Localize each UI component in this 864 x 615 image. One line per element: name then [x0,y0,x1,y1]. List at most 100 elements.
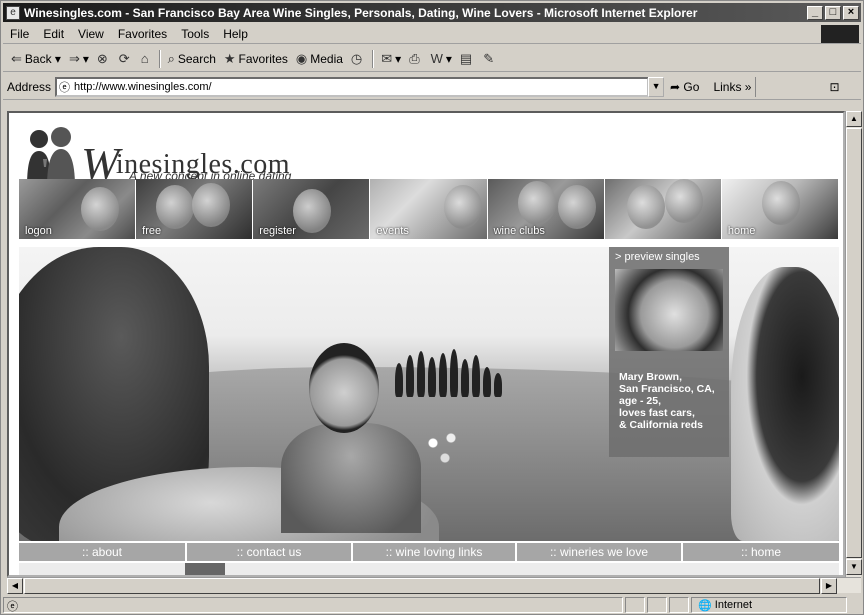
scroll-down-button[interactable]: ▼ [846,559,862,575]
nav-tile-logon[interactable]: logon [19,179,136,239]
address-url: http://www.winesingles.com/ [74,80,212,93]
bottom-nav-links[interactable]: :: wine loving links [353,543,515,561]
minimize-button[interactable]: _ [807,5,823,20]
status-cell [647,597,667,613]
standard-toolbar: ⇐ Back ▾ ⇒ ▾ ⊗ ⟳ ⌂ ⌕ Search ★ Favorites ◉ Med… [3,46,861,72]
photo-face [293,189,332,233]
zone-label: Internet [714,599,753,611]
address-dropdown-button[interactable]: ▼ [648,76,665,97]
photo-face [761,181,800,225]
media-icon: ◉ [295,50,308,66]
address-input[interactable]: ⓔ http://www.winesingles.com/ [55,76,650,97]
go-arrow-icon: ➦ [670,79,684,94]
print-icon: ⎙ [409,50,420,66]
links-button[interactable]: Links » [713,80,751,94]
bottom-nav-contact[interactable]: :: contact us [187,543,351,561]
tree [395,363,403,397]
menu-tools[interactable]: Tools [174,27,216,41]
horizontal-scrollbar[interactable]: ◀ ▶ [7,577,861,594]
history-button[interactable]: ◷ [347,48,369,70]
profile-summary: Mary Brown, San Francisco, CA, age - 25,… [619,371,715,431]
nav-tile-couple[interactable] [604,179,721,239]
profile-photo[interactable] [615,269,723,351]
preview-singles-panel[interactable]: > preview singles Mary Brown, San Franci… [609,247,729,457]
favorites-button[interactable]: ★ Favorites [220,48,292,70]
bottom-nav-home[interactable]: :: home [683,543,839,561]
search-icon: ⌕ [167,50,175,66]
stop-button[interactable]: ⊗ [93,48,115,70]
site-header: Winesingles.com A new concept in online … [21,121,321,189]
forward-arrow-icon: ⇒ [68,50,80,66]
edit-button[interactable]: W ▾ [427,48,456,70]
media-label: Media [310,51,343,66]
links-area [755,76,818,97]
page-lower-content [19,563,839,575]
window-title: Winesingles.com - San Francisco Bay Area… [24,5,698,20]
nav-label: events [376,225,409,237]
nav-label: register [259,225,296,237]
toolbar-options-icon[interactable]: ⊡ [829,80,839,94]
mail-button[interactable]: ✉ ▾ [377,48,405,70]
search-button[interactable]: ⌕ Search [164,48,220,70]
vertical-scroll-thumb[interactable] [846,128,862,558]
media-button[interactable]: ◉ Media [292,48,347,70]
nav-tile-home[interactable]: home [721,179,838,239]
refresh-button[interactable]: ⟳ [115,48,137,70]
toolbar-separator [158,49,161,68]
preview-singles-link[interactable]: > preview singles [615,251,700,263]
title-bar: e Winesingles.com - San Francisco Bay Ar… [3,3,861,22]
go-button[interactable]: ➦ Go [670,80,699,94]
bottom-nav-about[interactable]: :: about [19,543,185,561]
search-label: Search [177,51,216,66]
tree [406,355,414,397]
back-button[interactable]: ⇐ Back ▾ [7,48,65,70]
back-arrow-icon: ⇐ [11,50,22,66]
stop-icon: ⊗ [96,50,108,66]
tree [461,359,469,397]
nav-label: home [727,225,756,237]
home-button[interactable]: ⌂ [137,48,156,70]
scroll-right-button[interactable]: ▶ [821,578,837,594]
tree [494,373,502,397]
menu-bar: File Edit View Favorites Tools Help [3,24,861,44]
bottom-nav-wineries[interactable]: :: wineries we love [517,543,681,561]
close-button[interactable]: × [843,5,859,20]
mail-icon: ✉ [381,50,393,66]
nav-tile-register[interactable]: register [253,179,370,239]
security-zone: 🌐 Internet [691,597,847,613]
hero-wine-glass [731,267,839,541]
menu-view[interactable]: View [71,27,111,41]
hero-woman-body [281,423,421,533]
nav-tile-events[interactable]: events [370,179,487,239]
tree [483,367,491,397]
discuss-icon: ▤ [459,50,473,66]
page-lower-graphic [185,563,225,575]
nav-label: wine clubs [493,225,545,237]
back-label: Back [24,51,52,66]
refresh-icon: ⟳ [118,50,130,66]
bottom-nav: :: about :: contact us :: wine loving li… [19,543,839,561]
scroll-left-button[interactable]: ◀ [7,578,23,594]
scroll-up-button[interactable]: ▲ [846,111,862,127]
history-icon: ◷ [350,50,363,66]
maximize-button[interactable]: □ [825,5,841,20]
tree [428,357,436,397]
couple-silhouette-icon [27,127,75,187]
vertical-scrollbar[interactable]: ▲ ▼ [845,111,862,577]
nav-tile-free[interactable]: free [136,179,253,239]
forward-button[interactable]: ⇒ ▾ [65,48,93,70]
menu-edit[interactable]: Edit [36,27,71,41]
horizontal-scroll-thumb[interactable] [24,578,820,594]
nav-tile-wine-clubs[interactable]: wine clubs [487,179,604,239]
menu-favorites[interactable]: Favorites [111,27,174,41]
messenger-button[interactable]: ✎ [479,48,501,70]
discuss-button[interactable]: ▤ [456,48,479,70]
browser-window: e Winesingles.com - San Francisco Bay Ar… [0,0,864,615]
menu-file[interactable]: File [3,27,36,41]
print-button[interactable]: ⎙ [405,48,426,70]
toolbar-separator [372,49,375,68]
photo-face [192,183,231,227]
page-done-icon: ⓔ [7,601,18,613]
menu-help[interactable]: Help [216,27,255,41]
status-bar: ⓔ 🌐 Internet [3,596,861,614]
